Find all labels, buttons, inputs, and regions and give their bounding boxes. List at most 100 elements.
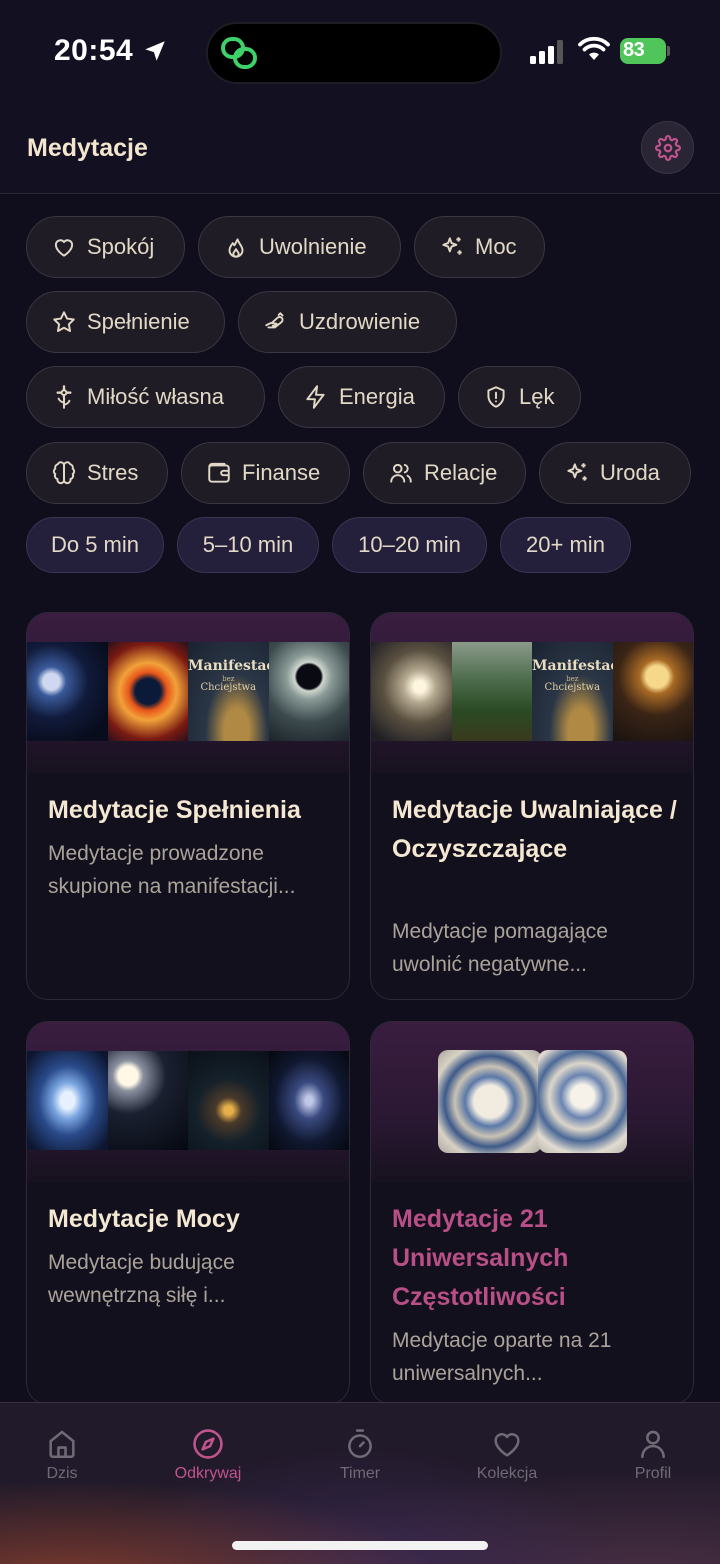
- home-icon: [49, 1430, 75, 1459]
- filter-chip-spokoj[interactable]: Spokój: [26, 216, 185, 278]
- thumbnail-image: Manifestacja bez Chciejstwa: [188, 642, 269, 741]
- filter-chip-milosc-wlasna[interactable]: Miłość własna: [26, 366, 265, 428]
- thumbnail-strip: [27, 1051, 349, 1150]
- thumbnail-strip: Manifestacja bez Chciejstwa: [371, 642, 693, 741]
- filter-chip-label: Miłość własna: [87, 384, 224, 409]
- thumbnail-image: [451, 642, 532, 741]
- filter-chip-finanse[interactable]: Finanse: [181, 442, 350, 504]
- wifi-icon: [578, 36, 610, 60]
- gear-icon: [654, 134, 681, 161]
- star-icon: [53, 311, 75, 332]
- filter-chip-label: Uzdrowienie: [299, 309, 421, 334]
- stopwatch-icon: [348, 1429, 372, 1459]
- tab-label: Profil: [634, 1465, 672, 1482]
- thumbnail-image: [107, 1051, 188, 1150]
- filter-chip-relacje[interactable]: Relacje: [363, 442, 526, 504]
- thumbnail-title-text: Chciejstwa: [544, 682, 601, 693]
- thumbnail-image: [612, 642, 693, 741]
- thumbnail-image: [27, 642, 108, 741]
- filter-chip-label: Uroda: [600, 460, 660, 485]
- card-title: Medytacje Uwalniające / Oczyszczające: [392, 796, 677, 863]
- tab-odkrywaj[interactable]: Odkrywaj: [148, 1427, 268, 1483]
- thumbnail-image: [107, 642, 188, 741]
- filter-chip-label: Spokój: [87, 234, 155, 259]
- thumbnail-image: [438, 1050, 542, 1153]
- filter-chip-spelnienie[interactable]: Spełnienie: [26, 291, 225, 353]
- sparkles-icon: [442, 237, 462, 255]
- duration-chip-20-plus-min[interactable]: 20+ min: [500, 517, 631, 573]
- filter-chip-uzdrowienie[interactable]: Uzdrowienie: [238, 291, 457, 353]
- card-description: Medytacje budujące wewnętrzną siłę i...: [48, 1251, 235, 1307]
- card-description: Medytacje pomagające uwolnić negatywne..…: [392, 920, 608, 976]
- tab-kolekcja[interactable]: Kolekcja: [447, 1427, 567, 1483]
- card-title: Medytacje Spełnienia: [48, 796, 301, 824]
- flower-icon: [56, 385, 72, 409]
- thumbnail-image: [188, 1051, 269, 1150]
- filter-chip-label: Stres: [87, 460, 139, 485]
- card-title: Medytacje Mocy: [48, 1205, 240, 1233]
- duration-chip-do-5-min[interactable]: Do 5 min: [26, 517, 164, 573]
- clock: 20:54: [54, 34, 134, 67]
- zap-icon: [306, 385, 325, 409]
- filter-chip-label: Relacje: [424, 460, 498, 485]
- tab-label: Kolekcja: [476, 1465, 538, 1482]
- filter-chip-energia[interactable]: Energia: [278, 366, 445, 428]
- users-icon: [390, 463, 412, 483]
- home-indicator: [232, 1541, 488, 1550]
- sparkles-icon: [567, 463, 587, 481]
- tab-timer[interactable]: Timer: [300, 1427, 420, 1483]
- settings-button[interactable]: [641, 121, 694, 174]
- user-icon: [641, 1430, 665, 1459]
- dynamic-island: [206, 22, 502, 84]
- filter-chip-uroda[interactable]: Uroda: [539, 442, 691, 504]
- category-card-spelnienie[interactable]: Manifestacja bez Chciejstwa Medytacje Sp…: [26, 612, 350, 1000]
- battery-indicator: 83: [620, 38, 670, 64]
- tab-profil[interactable]: Profil: [593, 1427, 713, 1483]
- thumbnail-image: [538, 1050, 627, 1153]
- category-card-czestotliwosci[interactable]: Medytacje 21 Uniwersalnych Częstotliwośc…: [370, 1021, 694, 1405]
- thumbnail-strip: Manifestacja bez Chciejstwa: [27, 642, 349, 741]
- thumbnail-image: [268, 642, 349, 741]
- thumbnail-title-text: Manifestacja: [532, 658, 613, 674]
- card-description: Medytacje prowadzone skupione na manifes…: [48, 842, 296, 898]
- category-card-mocy[interactable]: Medytacje Mocy Medytacje budujące wewnęt…: [26, 1021, 350, 1405]
- page-title: Medytacje: [27, 134, 148, 162]
- duration-chip-10-20-min[interactable]: 10–20 min: [332, 517, 487, 573]
- filter-chip-label: Lęk: [519, 384, 555, 409]
- filter-chip-uwolnienie[interactable]: Uwolnienie: [198, 216, 401, 278]
- filter-chip-label: Finanse: [242, 460, 321, 485]
- tab-label: Timer: [339, 1465, 381, 1482]
- filter-chip-lek[interactable]: Lęk: [458, 366, 581, 428]
- filter-chip-label: Energia: [339, 384, 415, 409]
- filter-chip-stres[interactable]: Stres: [26, 442, 168, 504]
- filter-chip-label: Moc: [475, 234, 517, 259]
- location-arrow-icon: [145, 41, 165, 61]
- tab-label: Odkrywaj: [174, 1465, 242, 1482]
- filter-chip-label: Uwolnienie: [259, 234, 367, 259]
- compass-icon: [193, 1429, 223, 1459]
- heart-icon: [494, 1433, 520, 1457]
- duration-chip-5-10-min[interactable]: 5–10 min: [177, 517, 319, 573]
- healing-hand-icon: [265, 312, 284, 329]
- heart-icon: [54, 239, 74, 257]
- thumbnail-image: [268, 1051, 349, 1150]
- thumbnail-image: [371, 642, 452, 741]
- cellular-signal-icon: [530, 40, 563, 64]
- thumbnail-title-text: Chciejstwa: [200, 682, 257, 693]
- category-card-uwalniajace[interactable]: Manifestacja bez Chciejstwa Medytacje Uw…: [370, 612, 694, 1000]
- app-header: Medytacje: [0, 110, 720, 194]
- thumbnail-image: [27, 1051, 108, 1150]
- brain-icon: [52, 461, 76, 485]
- app-activity-icon: [221, 37, 257, 69]
- tab-bar: Dzis Odkrywaj Timer Kolekcja Profil: [0, 1402, 720, 1564]
- card-title: Medytacje 21 Uniwersalnych Częstotliwośc…: [392, 1205, 569, 1311]
- filter-chip-moc[interactable]: Moc: [414, 216, 545, 278]
- shield-alert-icon: [487, 386, 505, 408]
- status-bar: 20:54 83: [0, 0, 720, 110]
- flame-icon: [228, 238, 244, 258]
- thumbnail-image: Manifestacja bez Chciejstwa: [532, 642, 613, 741]
- tab-label: Dzis: [46, 1465, 78, 1482]
- tab-dzis[interactable]: Dzis: [2, 1427, 122, 1483]
- thumbnail-title-text: Manifestacja: [188, 658, 269, 674]
- battery-percent: 83: [623, 39, 645, 61]
